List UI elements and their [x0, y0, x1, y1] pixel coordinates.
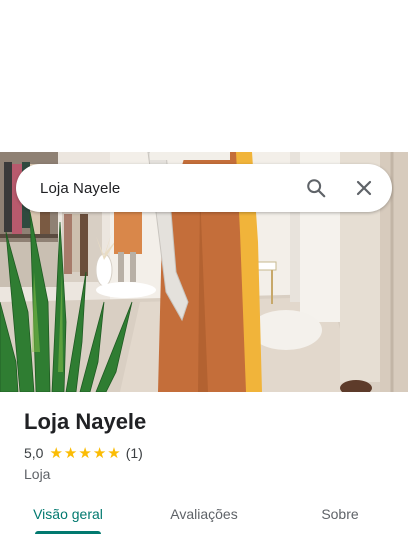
star-icon: ★: [63, 444, 78, 462]
star-icon: ★: [78, 444, 92, 462]
place-info: Loja Nayele 5,0 ★ ★ ★ ★ ★ (1) Loja: [24, 408, 392, 484]
tab-about[interactable]: Sobre: [272, 490, 408, 538]
rating-stars: ★ ★ ★ ★ ★: [49, 446, 121, 461]
place-title: Loja Nayele: [24, 409, 147, 434]
top-blank-area: [0, 0, 408, 152]
tab-label: Avaliações: [170, 506, 238, 522]
place-category: Loja: [24, 466, 51, 482]
star-icon: ★: [49, 444, 63, 462]
tab-reviews[interactable]: Avaliações: [136, 490, 272, 538]
star-icon: ★: [92, 444, 107, 462]
close-icon[interactable]: [344, 168, 384, 208]
tab-overview[interactable]: Visão geral: [0, 490, 136, 538]
tab-label: Sobre: [321, 506, 359, 522]
rating-row[interactable]: 5,0 ★ ★ ★ ★ ★ (1): [24, 444, 392, 462]
tab-label: Visão geral: [33, 506, 103, 522]
search-input[interactable]: Loja Nayele: [40, 180, 296, 197]
search-bar[interactable]: Loja Nayele: [16, 164, 392, 212]
star-icon: ★: [107, 444, 121, 462]
search-icon[interactable]: [296, 168, 336, 208]
rating-value: 5,0: [24, 445, 44, 461]
review-count[interactable]: (1): [126, 445, 143, 461]
active-tab-indicator: [35, 531, 101, 534]
place-tabs: Visão geral Avaliações Sobre: [0, 490, 408, 538]
